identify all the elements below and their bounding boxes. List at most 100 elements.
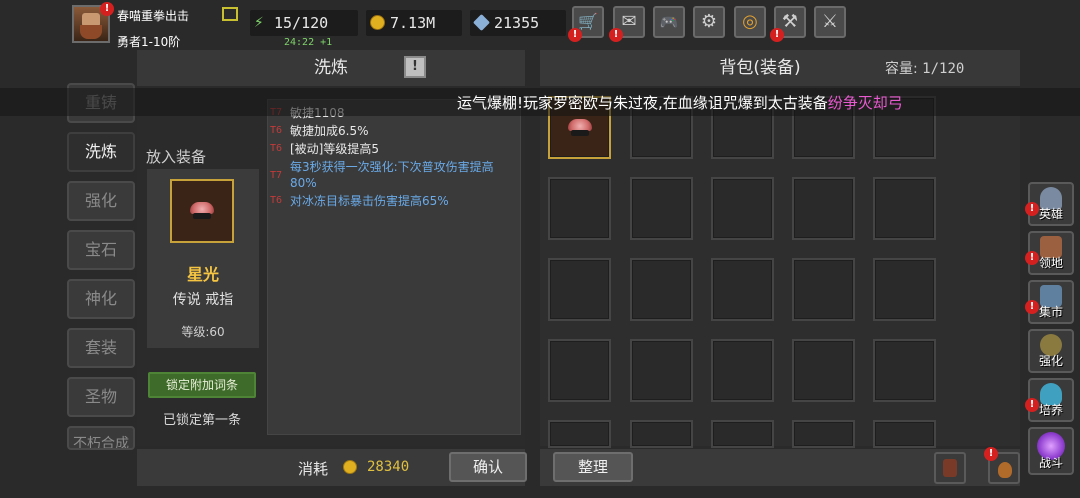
gamepad-icon: 🎮 xyxy=(659,13,679,31)
mail-icon: ✉ xyxy=(621,11,637,32)
bag-slot[interactable] xyxy=(711,258,774,321)
lightning-icon: ⚡ xyxy=(254,12,264,31)
palette-button[interactable]: ◎ xyxy=(734,6,766,38)
affix-tier: T6 xyxy=(270,125,283,136)
gamepad-button[interactable]: 🎮 xyxy=(653,6,685,38)
bag-capacity: 容量: 1/120 xyxy=(885,58,964,78)
nav-enhance[interactable]: 强化 xyxy=(67,181,135,221)
affix-row: T7 每3秒获得一次强化:下次普攻伤害提高80% xyxy=(270,159,516,191)
bag-slot[interactable] xyxy=(711,339,774,402)
avatar-alert-badge: ! xyxy=(100,2,114,16)
armor-icon[interactable] xyxy=(934,452,966,484)
side-hero[interactable]: ! 英雄 xyxy=(1025,182,1074,226)
bag-body xyxy=(540,88,1020,446)
broom-icon: ⚒ xyxy=(781,11,799,32)
lock-affix-button[interactable]: 锁定附加词条 xyxy=(148,372,256,398)
item-level: 等级:60 xyxy=(181,325,225,339)
bag-slot[interactable] xyxy=(548,420,611,448)
cart-icon: 🛒 xyxy=(578,12,598,31)
bag-slot[interactable] xyxy=(548,339,611,402)
lock-status: 已锁定第一条 xyxy=(162,413,241,428)
bag-slot[interactable] xyxy=(630,339,693,402)
gem-display: 21355 xyxy=(470,10,566,36)
affix-row: T6 [被动]等级提高5 xyxy=(270,141,516,157)
side-battle[interactable]: 战斗 xyxy=(1028,427,1074,475)
affix-tier: T6 xyxy=(270,195,283,206)
announcement-text: 运气爆棚!玩家罗密欧与朱过夜,在血缘诅咒爆到太古装备纷争灭却弓 xyxy=(457,92,903,113)
shop-alert-badge: ! xyxy=(568,28,582,42)
affix-row: T6 对冰冻目标暴击伤害提高65% xyxy=(270,193,516,209)
gold-display: 7.13M xyxy=(366,10,462,36)
side-territory[interactable]: ! 领地 xyxy=(1025,231,1074,275)
bag-slot[interactable] xyxy=(630,177,693,240)
gear-icon: ⚙ xyxy=(700,11,718,32)
nav-divine[interactable]: 神化 xyxy=(67,279,135,319)
item-type: 传说 戒指 xyxy=(172,292,234,308)
bag-title: 背包(装备) xyxy=(719,58,801,78)
wash-header: 洗炼 xyxy=(137,50,525,86)
stamina-value: 15/120 xyxy=(274,14,329,32)
bag-slot[interactable] xyxy=(630,258,693,321)
side-territory-label: 领地 xyxy=(1038,256,1063,270)
settings-button[interactable]: ⚙ xyxy=(693,6,725,38)
announcement-main: 运气爆棚!玩家罗密欧与朱过夜,在血缘诅咒爆到太古装备 xyxy=(457,94,828,112)
confirm-button[interactable]: 确认 xyxy=(449,452,527,482)
bag-slot[interactable] xyxy=(873,177,936,240)
nav-immortal-synthesis[interactable]: 不朽合成 xyxy=(67,426,135,450)
side-battle-label: 战斗 xyxy=(1038,456,1063,470)
swords-icon: ⚔ xyxy=(821,11,839,32)
side-train-label: 培养 xyxy=(1038,403,1063,417)
pouch-alert-badge: ! xyxy=(984,447,998,461)
player-rank: 勇者1-10阶 xyxy=(117,35,181,49)
shop-button[interactable]: 🛒 ! xyxy=(568,6,604,42)
gem-value: 21355 xyxy=(494,14,540,32)
side-train[interactable]: ! 培养 xyxy=(1025,378,1074,422)
broom-alert-badge: ! xyxy=(770,28,784,42)
bag-slot[interactable] xyxy=(792,258,855,321)
help-icon[interactable]: ! xyxy=(404,56,426,78)
affix-list: T7敏捷1108 T6敏捷加成6.5% T6[被动]等级提高5 T7每3秒获得一… xyxy=(267,99,521,435)
bag-slot[interactable] xyxy=(548,258,611,321)
nav-relic[interactable]: 圣物 xyxy=(67,377,135,417)
cost-label: 消耗 xyxy=(298,460,329,478)
item-name: 星光 xyxy=(186,265,219,284)
bag-slot[interactable] xyxy=(873,339,936,402)
bag-slot[interactable] xyxy=(792,177,855,240)
bag-slot[interactable] xyxy=(792,420,855,448)
capacity-value: 1/120 xyxy=(922,61,965,77)
diamond-icon xyxy=(473,14,490,31)
bag-slot[interactable] xyxy=(711,177,774,240)
bag-slot[interactable] xyxy=(630,420,693,448)
bag-slot[interactable] xyxy=(873,420,936,448)
palette-icon: ◎ xyxy=(742,11,758,32)
ring-icon xyxy=(567,118,592,137)
nav-wash[interactable]: 洗炼 xyxy=(67,132,135,172)
bag-slot[interactable] xyxy=(792,339,855,402)
affix-text: [被动]等级提高5 xyxy=(290,142,379,156)
avatar-beard xyxy=(80,25,102,39)
gold-value: 7.13M xyxy=(390,14,436,32)
side-market[interactable]: ! 集市 xyxy=(1025,280,1074,324)
capacity-label: 容量: xyxy=(885,61,918,77)
battle-button[interactable]: ⚔ xyxy=(814,6,846,38)
gold-coin-icon xyxy=(370,15,385,30)
broom-button[interactable]: ⚒ ! xyxy=(770,6,806,42)
edit-name-icon[interactable] xyxy=(222,7,238,21)
bag-slot[interactable] xyxy=(548,177,611,240)
side-enhance-label: 强化 xyxy=(1038,354,1063,368)
side-enhance[interactable]: 强化 xyxy=(1028,329,1074,373)
equipment-slot[interactable] xyxy=(170,179,234,243)
nav-gem[interactable]: 宝石 xyxy=(67,230,135,270)
place-equipment-label: 放入装备 xyxy=(146,148,207,166)
coin-icon xyxy=(343,460,357,474)
bag-slot[interactable] xyxy=(711,420,774,448)
nav-set[interactable]: 套装 xyxy=(67,328,135,368)
mail-button[interactable]: ✉ ! xyxy=(609,6,645,42)
ring-icon xyxy=(190,202,214,220)
affix-text: 每3秒获得一次强化:下次普攻伤害提高80% xyxy=(290,160,494,190)
side-hero-label: 英雄 xyxy=(1038,207,1063,221)
sort-button[interactable]: 整理 xyxy=(553,452,633,482)
mail-alert-badge: ! xyxy=(609,28,623,42)
affix-row: T6 敏捷加成6.5% xyxy=(270,123,516,139)
bag-slot[interactable] xyxy=(873,258,936,321)
